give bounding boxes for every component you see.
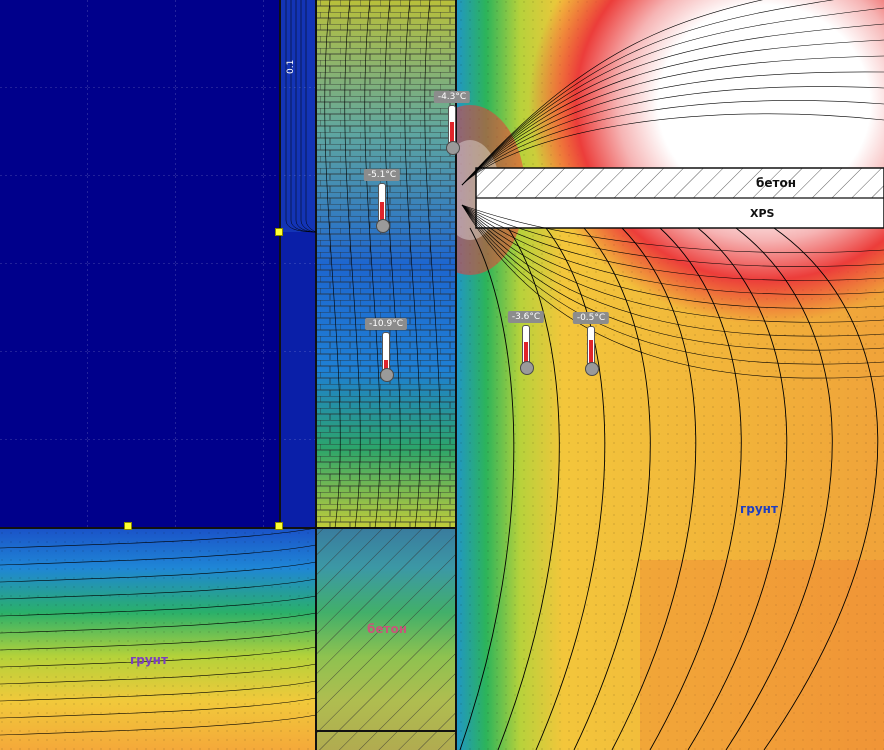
probe-temperature: -0.5°C bbox=[572, 312, 610, 324]
thermometer-tube bbox=[378, 183, 386, 221]
thermometer-probe-wall-lower[interactable]: -10.9°C bbox=[364, 318, 408, 414]
probe-temperature: -10.9°C bbox=[364, 318, 408, 330]
thermometer-tube bbox=[382, 332, 390, 370]
probe-temperature: -4.3°C bbox=[433, 91, 471, 103]
thermometer-bulb bbox=[446, 141, 460, 155]
label-beton-slab: бетон bbox=[756, 176, 797, 190]
vertex-handle-ground-left[interactable] bbox=[124, 522, 132, 530]
thermometer-bulb bbox=[380, 368, 394, 382]
label-xps: XPS bbox=[750, 207, 775, 220]
thermometer-probe-ground-mid[interactable]: -3.6°C bbox=[506, 311, 546, 407]
thermometer-probe-upper-air[interactable]: -4.3°C bbox=[432, 91, 472, 187]
thermometer-bulb bbox=[376, 219, 390, 233]
thermal-model-view[interactable]: бетон XPS грунт грунт бетон 0.1 -4.3°C -… bbox=[0, 0, 884, 750]
label-beton-foundation: бетон bbox=[367, 622, 408, 636]
dimension-text: 0.1 bbox=[286, 59, 296, 74]
thermometer-bulb bbox=[585, 362, 599, 376]
thermometer-tube bbox=[522, 325, 530, 363]
label-ground-left: грунт bbox=[130, 653, 168, 667]
thermometer-probe-ground-right[interactable]: -0.5°C bbox=[571, 312, 611, 408]
vertex-handle-wall-top[interactable] bbox=[275, 228, 283, 236]
vertex-handle-wall-bottom[interactable] bbox=[275, 522, 283, 530]
probe-temperature: -5.1°C bbox=[363, 169, 401, 181]
probe-temperature: -3.6°C bbox=[507, 311, 545, 323]
thermometer-tube bbox=[448, 105, 456, 143]
thermometer-tube bbox=[587, 326, 595, 364]
label-ground-right: грунт bbox=[740, 502, 778, 516]
thermometer-bulb bbox=[520, 361, 534, 375]
thermometer-probe-wall-upper[interactable]: -5.1°C bbox=[362, 169, 402, 265]
